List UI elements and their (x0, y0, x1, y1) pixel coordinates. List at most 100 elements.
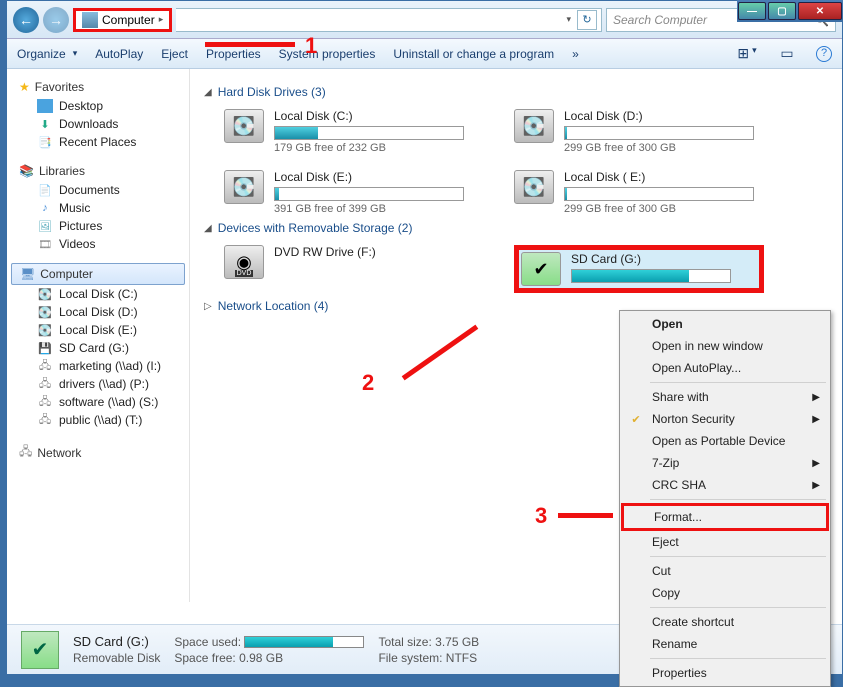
preview-pane-icon[interactable]: ▭ (776, 45, 798, 62)
menu-separator (650, 556, 826, 557)
sidebar-item-downloads[interactable]: ⬇Downloads (11, 115, 185, 133)
status-usage-bar (244, 636, 364, 648)
menu-norton[interactable]: ✔Norton Security▶ (622, 408, 828, 430)
section-hdd[interactable]: ◢Hard Disk Drives (3) (204, 85, 828, 99)
menu-format[interactable]: Format... (621, 503, 829, 531)
network-drive-icon: 🖧 (37, 377, 53, 391)
drive-dvd[interactable]: ◉ DVD RW Drive (F:) (224, 245, 474, 293)
sidebar-item-music[interactable]: ♪Music (11, 199, 185, 217)
videos-icon: 🎞 (37, 237, 53, 251)
back-button[interactable]: ← (13, 7, 39, 33)
sidebar-network[interactable]: 🖧Network (11, 439, 185, 466)
context-menu: Open Open in new window Open AutoPlay...… (619, 310, 831, 687)
dvd-icon: ◉ (224, 245, 264, 279)
menu-open-new-window[interactable]: Open in new window (622, 335, 828, 357)
menu-create-shortcut[interactable]: Create shortcut (622, 611, 828, 633)
sidebar-item-net-t[interactable]: 🖧public (\\ad) (T:) (11, 411, 185, 429)
address-dropdown-icon[interactable]: ▾ (566, 14, 571, 25)
minimize-button[interactable]: — (738, 2, 766, 20)
usage-bar (564, 126, 754, 140)
drive-label: DVD RW Drive (F:) (274, 245, 474, 259)
sdcard-icon: ✔ (21, 631, 59, 669)
drive-label: SD Card (G:) (571, 252, 757, 266)
sidebar-favorites[interactable]: ★Favorites (11, 77, 185, 97)
menu-eject[interactable]: Eject (622, 531, 828, 553)
downloads-icon: ⬇ (37, 117, 53, 131)
close-button[interactable]: ✕ (798, 2, 842, 20)
drive-c[interactable]: 💽 Local Disk (C:) 179 GB free of 232 GB (224, 109, 474, 154)
organize-button[interactable]: Organize (17, 47, 77, 61)
free-space: 299 GB free of 300 GB (564, 203, 764, 215)
sidebar-item-net-s[interactable]: 🖧software (\\ad) (S:) (11, 393, 185, 411)
usage-bar (274, 126, 464, 140)
network-icon: 🖧 (19, 442, 32, 463)
sidebar-item-videos[interactable]: 🎞Videos (11, 235, 185, 253)
menu-crcsha[interactable]: CRC SHA▶ (622, 474, 828, 496)
section-removable[interactable]: ◢Devices with Removable Storage (2) (204, 221, 828, 235)
help-icon[interactable]: ? (816, 46, 832, 62)
sidebar-item-desktop[interactable]: Desktop (11, 97, 185, 115)
submenu-arrow-icon: ▶ (812, 458, 820, 469)
pictures-icon: 🖼 (37, 219, 53, 233)
drive-label: Local Disk (E:) (274, 170, 474, 184)
menu-cut[interactable]: Cut (622, 560, 828, 582)
disk-icon: 💽 (224, 170, 264, 204)
sidebar-item-recent[interactable]: 📑Recent Places (11, 133, 185, 151)
refresh-button[interactable]: ↻ (577, 10, 597, 30)
usage-bar (564, 187, 754, 201)
sidebar-item-sdcard[interactable]: 💾SD Card (G:) (11, 339, 185, 357)
sidebar-item-net-p[interactable]: 🖧drivers (\\ad) (P:) (11, 375, 185, 393)
menu-portable-device[interactable]: Open as Portable Device (622, 430, 828, 452)
menu-separator (650, 499, 826, 500)
menu-properties[interactable]: Properties (622, 662, 828, 684)
system-properties-button[interactable]: System properties (279, 47, 376, 61)
documents-icon: 📄 (37, 183, 53, 197)
drive-d[interactable]: 💽 Local Disk (D:) 299 GB free of 300 GB (514, 109, 764, 154)
drive-e2[interactable]: 💽 Local Disk ( E:) 299 GB free of 300 GB (514, 170, 764, 215)
sidebar: ★Favorites Desktop ⬇Downloads 📑Recent Pl… (7, 69, 190, 602)
view-icon[interactable]: ⊞ (736, 45, 758, 62)
drive-label: Local Disk ( E:) (564, 170, 764, 184)
maximize-button[interactable]: ▢ (768, 2, 796, 20)
norton-icon: ✔ (628, 411, 644, 427)
drive-sdcard-selected[interactable]: ✔ SD Card (G:) (514, 245, 764, 293)
chevron-right-icon[interactable]: ▸ (159, 14, 164, 25)
sidebar-item-net-i[interactable]: 🖧marketing (\\ad) (I:) (11, 357, 185, 375)
drive-e[interactable]: 💽 Local Disk (E:) 391 GB free of 399 GB (224, 170, 474, 215)
autoplay-button[interactable]: AutoPlay (95, 47, 143, 61)
menu-rename[interactable]: Rename (622, 633, 828, 655)
disk-icon: 💽 (224, 109, 264, 143)
sidebar-item-documents[interactable]: 📄Documents (11, 181, 185, 199)
menu-7zip[interactable]: 7-Zip▶ (622, 452, 828, 474)
usage-bar (571, 269, 731, 283)
network-drive-icon: 🖧 (37, 395, 53, 409)
sidebar-item-disk-c[interactable]: 💽Local Disk (C:) (11, 285, 185, 303)
status-subtitle: Removable Disk (73, 651, 160, 665)
eject-button[interactable]: Eject (161, 47, 188, 61)
desktop-icon (37, 99, 53, 113)
sidebar-computer[interactable]: 🖥Computer (11, 263, 185, 285)
breadcrumb[interactable]: Computer ▸ (73, 8, 172, 32)
uninstall-button[interactable]: Uninstall or change a program (393, 47, 554, 61)
menu-open-autoplay[interactable]: Open AutoPlay... (622, 357, 828, 379)
forward-button[interactable]: → (43, 7, 69, 33)
submenu-arrow-icon: ▶ (812, 480, 820, 491)
properties-button[interactable]: Properties (206, 47, 261, 61)
disk-icon: 💽 (37, 287, 53, 301)
sidebar-item-pictures[interactable]: 🖼Pictures (11, 217, 185, 235)
sidebar-item-disk-d[interactable]: 💽Local Disk (D:) (11, 303, 185, 321)
menu-open[interactable]: Open (622, 313, 828, 335)
sidebar-libraries[interactable]: 📚Libraries (11, 161, 185, 181)
music-icon: ♪ (37, 201, 53, 215)
menu-copy[interactable]: Copy (622, 582, 828, 604)
overflow-button[interactable]: » (572, 47, 579, 61)
address-bar[interactable]: ▾ ↻ (176, 8, 602, 32)
free-space: 179 GB free of 232 GB (274, 142, 474, 154)
disk-icon: 💽 (37, 323, 53, 337)
sdcard-icon: ✔ (521, 252, 561, 286)
menu-share-with[interactable]: Share with▶ (622, 386, 828, 408)
disk-icon: 💽 (514, 109, 554, 143)
drive-label: Local Disk (C:) (274, 109, 474, 123)
network-drive-icon: 🖧 (37, 413, 53, 427)
sidebar-item-disk-e[interactable]: 💽Local Disk (E:) (11, 321, 185, 339)
